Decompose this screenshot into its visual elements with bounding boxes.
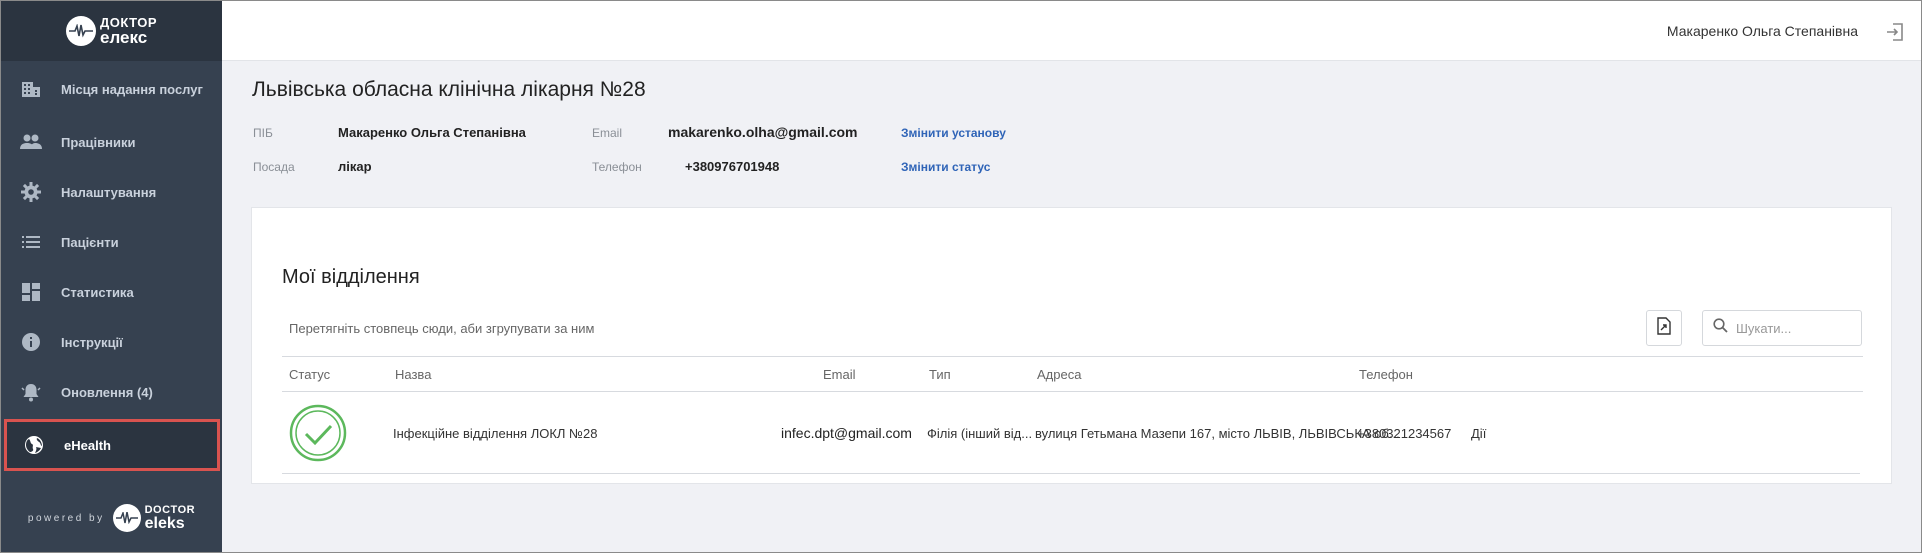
column-header-email[interactable]: Email	[823, 367, 856, 382]
sidebar-item-label: Інструкції	[61, 334, 123, 350]
gear-icon	[19, 180, 43, 204]
sidebar-item-service-places[interactable]: Місця надання послуг	[1, 61, 222, 117]
department-email: infec.dpt@gmail.com	[781, 425, 912, 441]
sidebar-item-patients[interactable]: Пацієнти	[1, 217, 222, 267]
sidebar-nav: Місця надання послуг Працівники Налаштув…	[1, 61, 222, 471]
sidebar-item-ehealth[interactable]: eHealth	[4, 419, 220, 471]
table-header: Статус Назва Email Тип Адреса Телефон	[282, 356, 1863, 392]
search-field[interactable]	[1702, 310, 1862, 346]
sidebar-item-employees[interactable]: Працівники	[1, 117, 222, 167]
sidebar-item-label: Місця надання послуг	[61, 81, 203, 97]
change-status-link[interactable]: Змінити статус	[901, 160, 990, 174]
search-icon	[1713, 318, 1728, 338]
department-name: Інфекційне відділення ЛОКЛ №28	[393, 426, 598, 441]
phone-value: +380976701948	[685, 159, 780, 174]
sidebar-item-statistics[interactable]: Статистика	[1, 267, 222, 317]
department-phone: +380321234567	[1357, 426, 1452, 441]
pib-value: Макаренко Ольга Степанівна	[338, 125, 526, 140]
email-label: Email	[592, 126, 623, 140]
change-institution-link[interactable]: Змінити установу	[901, 126, 1006, 140]
people-icon	[19, 130, 43, 154]
sidebar: ДОКТОР ЕЛЕКС Місця надання послуг Праців…	[1, 1, 222, 552]
column-header-phone[interactable]: Телефон	[1359, 367, 1413, 382]
heartbeat-logo-icon	[65, 16, 96, 46]
sidebar-item-label: eHealth	[64, 437, 111, 453]
footer-brand: DOCTOR ELEKS	[144, 503, 196, 532]
main-content: Львівська обласна клінічна лікарня №28 П…	[222, 61, 1921, 552]
powered-by: powered by DOCTOR ELEKS	[1, 504, 222, 532]
sidebar-item-instructions[interactable]: Інструкції	[1, 317, 222, 367]
export-button[interactable]	[1646, 310, 1682, 346]
departments-card: Мої відділення Перетягніть стовпець сюди…	[251, 207, 1892, 484]
top-bar: Макаренко Ольга Степанівна	[222, 1, 1921, 61]
section-title: Мої відділення	[282, 266, 420, 288]
pib-label: ПІБ	[253, 126, 273, 140]
phone-label: Телефон	[592, 160, 642, 174]
brand-logo-line2: ЕЛЕКС	[99, 28, 148, 47]
sidebar-item-settings[interactable]: Налаштування	[1, 167, 222, 217]
sidebar-item-label: Статистика	[61, 284, 134, 300]
department-type: Філія (інший від...	[927, 426, 1033, 441]
building-icon	[19, 77, 43, 101]
logout-icon[interactable]	[1885, 22, 1905, 42]
brand-logo[interactable]: ДОКТОР ЕЛЕКС	[1, 1, 222, 61]
search-input[interactable]	[1736, 320, 1856, 336]
export-icon	[1656, 316, 1672, 340]
sidebar-item-label: Оновлення (4)	[61, 384, 153, 400]
sidebar-item-label: Працівники	[61, 134, 136, 150]
column-header-address[interactable]: Адреса	[1037, 367, 1081, 382]
department-address: вулиця Гетьмана Мазепи 167, місто ЛЬВІВ,…	[1035, 426, 1400, 441]
email-value: makarenko.olha@gmail.com	[668, 124, 858, 140]
footer-brand-line2: ELEKS	[144, 514, 185, 532]
heartbeat-logo-icon	[112, 504, 141, 532]
group-by-drop-zone[interactable]: Перетягніть стовпець сюди, аби згрупуват…	[289, 321, 594, 336]
sidebar-item-label: Пацієнти	[61, 234, 119, 250]
position-label: Посада	[253, 160, 295, 174]
page-title: Львівська обласна клінічна лікарня №28	[252, 78, 646, 101]
bell-icon	[19, 380, 43, 404]
column-header-name[interactable]: Назва	[395, 367, 431, 382]
globe-icon	[22, 433, 46, 457]
powered-by-text: powered by	[27, 512, 105, 524]
current-user-name: Макаренко Ольга Степанівна	[1666, 23, 1858, 39]
row-actions-menu[interactable]: Дії	[1471, 426, 1486, 441]
status-active-check-icon	[289, 404, 347, 462]
app-window: ДОКТОР ЕЛЕКС Місця надання послуг Праців…	[0, 0, 1922, 553]
brand-logo-text: ДОКТОР ЕЛЕКС	[100, 16, 157, 46]
column-header-type[interactable]: Тип	[929, 367, 951, 382]
list-icon	[19, 230, 43, 254]
table-row[interactable]: Інфекційне відділення ЛОКЛ №28 infec.dpt…	[282, 392, 1860, 474]
sidebar-item-label: Налаштування	[61, 184, 157, 200]
position-value: лікар	[338, 159, 372, 174]
dashboard-icon	[19, 280, 43, 304]
footer-brand-line1: DOCTOR	[144, 503, 196, 516]
info-icon	[19, 330, 43, 354]
sidebar-item-updates[interactable]: Оновлення (4)	[1, 367, 222, 417]
column-header-status[interactable]: Статус	[289, 367, 330, 382]
